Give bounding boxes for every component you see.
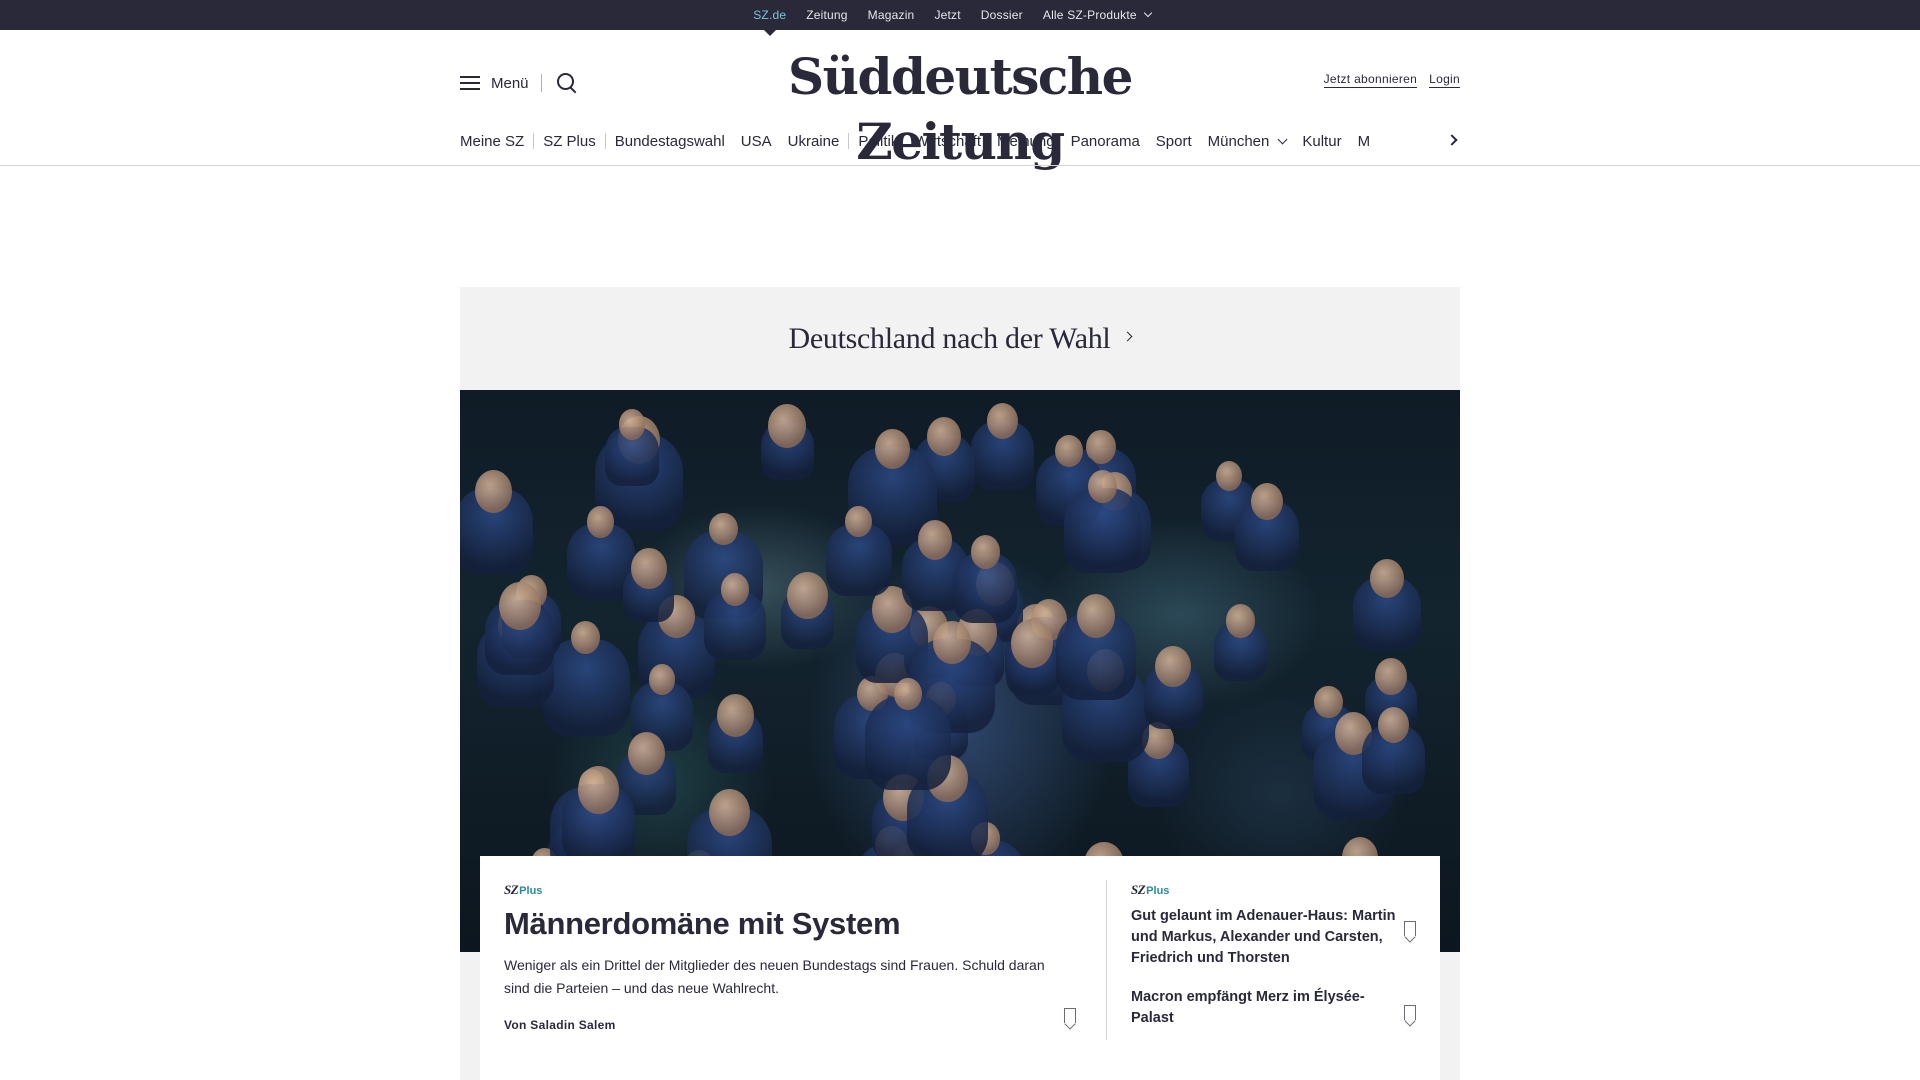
nav-separator — [848, 133, 850, 149]
nav-item-usa[interactable]: USA — [741, 133, 772, 150]
nav-separator — [533, 133, 535, 149]
side-article-title[interactable]: Macron empfängt Merz im Élysée-Palast — [1131, 987, 1401, 1029]
crowd-head — [1377, 706, 1409, 743]
main-article[interactable]: SZ Plus Männerdomäne mit System Weniger a… — [504, 882, 1074, 1032]
crowd-head — [1088, 470, 1117, 504]
crowd-head — [1076, 593, 1116, 638]
menu-button[interactable]: Menü — [460, 72, 578, 94]
topbar-link-dossier[interactable]: Dossier — [981, 8, 1023, 22]
main-nav: Meine SZ SZ Plus Bundestagswahl USA Ukra… — [460, 128, 1460, 154]
column-divider — [1106, 880, 1107, 1040]
main-article-author: Von Saladin Salem — [504, 1017, 616, 1032]
crowd-head — [1011, 619, 1054, 668]
crowd-head — [1314, 685, 1343, 719]
menu-icon — [460, 76, 480, 90]
crowd-head — [1375, 657, 1408, 695]
nav-item-panorama[interactable]: Panorama — [1071, 133, 1140, 150]
nav-separator — [604, 133, 606, 149]
side-article[interactable]: Macron empfängt Merz im Élysée-Palast — [1131, 987, 1401, 1029]
topbar-link-zeitung[interactable]: Zeitung — [806, 8, 847, 22]
nav-item-sport[interactable]: Sport — [1156, 133, 1192, 150]
sz-plus-badge: SZ Plus — [504, 882, 543, 897]
crowd-head — [618, 409, 646, 440]
bookmark-icon[interactable] — [1404, 921, 1416, 936]
nav-item-wirtschaft[interactable]: Wirtschaft — [914, 133, 981, 150]
crowd-head — [1055, 434, 1083, 467]
dossier-header[interactable]: Deutschland nach der Wahl — [460, 287, 1460, 390]
topbar-link-szde[interactable]: SZ.de — [753, 8, 786, 36]
nav-item-meinung[interactable]: Meinung — [997, 133, 1055, 150]
side-article-title[interactable]: Gut gelaunt im Adenauer-Haus: Martin und… — [1131, 906, 1401, 969]
crowd-head — [894, 677, 922, 710]
chevron-right-icon — [1123, 331, 1133, 342]
nav-item-bundestagswahl[interactable]: Bundestagswahl — [615, 133, 725, 150]
crowd-head — [768, 404, 807, 448]
site-logo[interactable]: Süddeutsche Zeitung — [722, 44, 1198, 174]
nav-item-truncated[interactable]: M — [1358, 133, 1371, 150]
crowd-head — [1370, 558, 1404, 598]
main-article-title[interactable]: Männerdomäne mit System — [504, 906, 1074, 942]
dossier-title: Deutschland nach der Wahl — [788, 321, 1111, 355]
sz-plus-badge: SZ Plus — [1131, 882, 1170, 897]
bookmark-icon[interactable] — [1064, 1008, 1076, 1023]
crowd-head — [927, 417, 962, 456]
side-article[interactable]: SZ Plus Gut gelaunt im Adenauer-Haus: Mar… — [1131, 882, 1401, 969]
crowd-head — [631, 548, 667, 590]
crowd-head — [716, 694, 754, 738]
nav-item-sz-plus[interactable]: SZ Plus — [543, 133, 596, 150]
nav-item-muenchen-label: München — [1207, 132, 1270, 150]
topbar-products-dropdown[interactable]: Alle SZ-Produkte — [1042, 8, 1153, 22]
topbar-link-magazin[interactable]: Magazin — [868, 8, 915, 22]
teaser-card: SZ Plus Männerdomäne mit System Weniger a… — [480, 856, 1440, 1080]
crowd-head — [648, 664, 676, 695]
topbar-products-label: Alle SZ-Produkte — [1042, 8, 1137, 22]
main-article-teaser: Weniger als ein Drittel der Mitglieder d… — [504, 956, 1045, 996]
subscribe-link[interactable]: Jetzt abonnieren — [1323, 72, 1418, 88]
login-link[interactable]: Login — [1429, 72, 1460, 88]
crowd-head — [986, 402, 1019, 439]
top-bar: SZ.de Zeitung Magazin Jetzt Dossier Alle… — [0, 0, 1920, 36]
nav-item-ukraine[interactable]: Ukraine — [788, 133, 840, 150]
card-side-left — [460, 952, 480, 1080]
menu-divider — [540, 74, 542, 92]
chevron-down-icon — [1277, 134, 1288, 144]
crowd-head — [1215, 461, 1242, 491]
crowd-head — [1225, 604, 1256, 639]
nav-item-kultur[interactable]: Kultur — [1302, 133, 1341, 150]
crowd-head — [787, 572, 829, 619]
crowd-figure — [864, 695, 951, 791]
nav-item-politik[interactable]: Politik — [858, 133, 898, 150]
bookmark-icon[interactable] — [1404, 1005, 1416, 1020]
chevron-down-icon — [1143, 8, 1153, 18]
nav-item-meine-sz[interactable]: Meine SZ — [460, 133, 524, 150]
crowd-head — [933, 620, 971, 665]
crowd-head — [474, 470, 512, 514]
top-bar-links: SZ.de Zeitung Magazin Jetzt Dossier Alle… — [753, 8, 1153, 36]
card-side-right — [1440, 952, 1460, 1080]
menu-label: Menü — [491, 74, 529, 92]
topbar-link-jetzt[interactable]: Jetzt — [934, 8, 960, 22]
crowd-head — [577, 766, 620, 815]
crowd-head — [498, 581, 541, 630]
crowd-head — [918, 520, 953, 560]
search-icon[interactable] — [556, 72, 578, 94]
crowd-head — [845, 506, 872, 537]
crowd-head — [586, 506, 615, 538]
account-links: Jetzt abonnieren Login — [1323, 72, 1460, 88]
nav-item-muenchen[interactable]: München — [1207, 132, 1288, 150]
header-divider — [0, 165, 1920, 166]
crowd-head — [709, 513, 738, 546]
crowd-head — [970, 535, 1001, 570]
